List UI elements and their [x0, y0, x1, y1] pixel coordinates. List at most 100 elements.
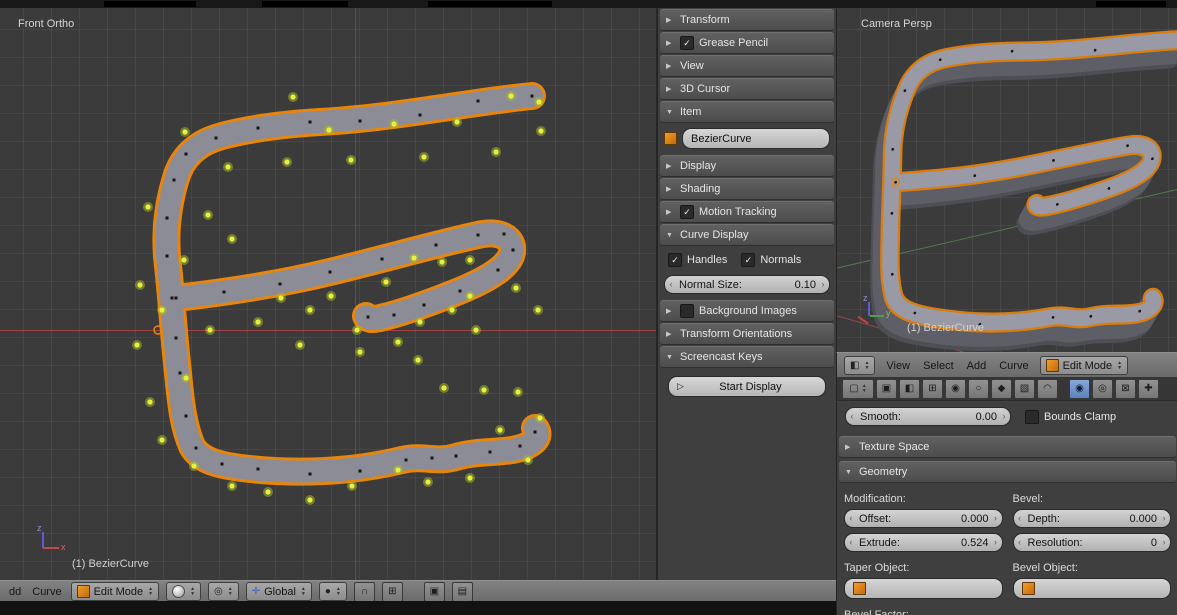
taper-object-field[interactable]: [844, 578, 1003, 599]
offset-slider[interactable]: ‹ Offset: 0.000 ›: [844, 509, 1003, 528]
panel-3d-cursor[interactable]: ▶ 3D Cursor: [660, 78, 834, 100]
increment-arrow-icon[interactable]: ›: [1001, 409, 1007, 424]
tool-button-1[interactable]: ▣: [876, 379, 897, 399]
tool-button-11[interactable]: ✚: [1138, 379, 1159, 399]
handles-checkbox[interactable]: ✓ Handles: [668, 253, 727, 267]
checkbox-icon: ✓: [680, 36, 694, 50]
editor-type-dropdown[interactable]: ◧ ▲▼: [844, 356, 875, 375]
axis-gizmo: z x: [26, 526, 66, 566]
proportional-edit-dropdown[interactable]: ▢ ▲▼: [842, 379, 874, 399]
modification-label: Modification:: [844, 493, 1003, 505]
dropdown-arrows-icon: ▲▼: [301, 587, 306, 597]
panel-geometry[interactable]: ▼ Geometry: [839, 461, 1176, 483]
x-axis-icon: [858, 316, 869, 325]
panel-item[interactable]: ▼ Item: [660, 101, 834, 123]
background-images-checkbox[interactable]: Background Images: [680, 304, 797, 318]
bevel-object-field[interactable]: [1013, 578, 1172, 599]
hatch-icon: ▧: [1020, 383, 1029, 394]
tool-button-4[interactable]: ◉: [945, 379, 966, 399]
panel-label: Motion Tracking: [699, 206, 777, 218]
snap-magnet-button[interactable]: ∩: [354, 582, 375, 602]
arc-icon: ◠: [1043, 383, 1052, 394]
bounds-clamp-checkbox[interactable]: Bounds Clamp: [1025, 410, 1116, 424]
panel-transform[interactable]: ▶ Transform: [660, 9, 834, 31]
object-info-label: (1) BezierCurve: [907, 322, 984, 334]
mode-label: Edit Mode: [94, 586, 144, 598]
render-icon: ▣: [430, 586, 439, 597]
shading-sphere-icon: [172, 585, 185, 598]
snap-element-dropdown[interactable]: ● ▲▼: [319, 582, 347, 601]
camera-persp-viewport[interactable]: Camera Persp z y (1) BezierCurve: [836, 8, 1177, 352]
panel-texture-space[interactable]: ▶ Texture Space: [839, 436, 1176, 458]
tool-button-3[interactable]: ⊞: [922, 379, 943, 399]
tool-button-9[interactable]: ◎: [1092, 379, 1113, 399]
pivot-point-dropdown[interactable]: ◎ ▲▼: [208, 582, 239, 601]
tool-button-5[interactable]: ○: [968, 379, 989, 399]
panel-label: Item: [680, 106, 701, 118]
increment-arrow-icon[interactable]: ›: [1161, 535, 1167, 550]
bevel-factor-label: Bevel Factor:: [844, 609, 1171, 615]
increment-arrow-icon[interactable]: ›: [820, 277, 826, 292]
increment-arrow-icon[interactable]: ›: [993, 535, 999, 550]
top-strip-segment: [428, 1, 552, 7]
extrude-slider[interactable]: ‹ Extrude: 0.524 ›: [844, 533, 1003, 552]
increment-arrow-icon[interactable]: ›: [1161, 511, 1167, 526]
collapse-arrow-icon: ▼: [666, 109, 675, 116]
render-opengl-button[interactable]: ▤: [452, 582, 473, 602]
menu-curve[interactable]: Curve: [30, 586, 63, 598]
panel-transform-orientations[interactable]: ▶ Transform Orientations: [660, 323, 834, 345]
grease-pencil-checkbox[interactable]: ✓ Grease Pencil: [680, 36, 768, 50]
panel-background-images[interactable]: ▶ Background Images: [660, 300, 834, 322]
depth-slider[interactable]: ‹ Depth: 0.000 ›: [1013, 509, 1172, 528]
panel-grease-pencil[interactable]: ▶ ✓ Grease Pencil: [660, 32, 834, 54]
menu-add-partial[interactable]: dd: [7, 586, 23, 598]
pivot-icon: ◎: [214, 586, 223, 597]
snap-increment-button[interactable]: ⊞: [382, 582, 403, 602]
panel-shading[interactable]: ▶ Shading: [660, 178, 834, 200]
top-strip-segment: [262, 1, 348, 7]
panel-curve-display[interactable]: ▼ Curve Display: [660, 224, 834, 246]
tool-button-7[interactable]: ▧: [1014, 379, 1035, 399]
panel-label: Shading: [680, 183, 720, 195]
object-data-cube-icon: [853, 582, 866, 595]
object-name-field[interactable]: BezierCurve: [682, 128, 830, 149]
resolution-stepper[interactable]: ‹ Resolution: 0 ›: [1013, 533, 1172, 552]
object-info-label: (1) BezierCurve: [72, 558, 149, 570]
panel-motion-tracking[interactable]: ▶ ✓ Motion Tracking: [660, 201, 834, 223]
panel-label: Display: [680, 160, 716, 172]
menu-select[interactable]: Select: [921, 360, 956, 372]
normal-size-slider[interactable]: ‹ Normal Size: 0.10 ›: [664, 275, 830, 294]
transform-orientation-dropdown[interactable]: ✛ Global ▲▼: [246, 582, 312, 601]
edit-toolbar: ▢ ▲▼ ▣ ◧ ⊞ ◉ ○ ◆ ▧ ◠ ◉ ◎ ⊠ ✚: [837, 377, 1177, 401]
start-display-button[interactable]: ▷ Start Display: [668, 376, 826, 397]
collapse-arrow-icon: ▼: [845, 469, 854, 476]
smooth-slider[interactable]: ‹ Smooth: 0.00 ›: [845, 407, 1011, 426]
properties-shelf: ▶ Transform ▶ ✓ Grease Pencil ▶ View ▶ 3…: [657, 8, 836, 580]
panel-screencast-keys[interactable]: ▼ Screencast Keys: [660, 346, 834, 368]
mode-dropdown[interactable]: Edit Mode ▲▼: [71, 582, 159, 601]
curve-display-content: ✓ Handles ✓ Normals ‹ Normal Size: 0.10 …: [658, 246, 836, 299]
panel-label: Transform: [680, 14, 730, 26]
panel-view[interactable]: ▶ View: [660, 55, 834, 77]
editor-type-icon: ◧: [850, 360, 859, 371]
front-ortho-viewport[interactable]: Front Ortho z x (1) BezierCurve: [0, 8, 656, 580]
menu-view[interactable]: View: [884, 360, 912, 372]
viewport-shading-dropdown[interactable]: ▲▼: [166, 582, 201, 601]
curve-handle-button[interactable]: ◉: [1069, 379, 1090, 399]
bevel-label: Bevel:: [1013, 493, 1172, 505]
button-label: Start Display: [684, 381, 817, 393]
tool-button-10[interactable]: ⊠: [1115, 379, 1136, 399]
menu-curve[interactable]: Curve: [997, 360, 1030, 372]
render-image-button[interactable]: ▣: [424, 582, 445, 602]
circle-icon: ◉: [951, 383, 960, 394]
bezier-curve-front-view[interactable]: [0, 8, 656, 580]
tool-button-8[interactable]: ◠: [1037, 379, 1058, 399]
normals-checkbox[interactable]: ✓ Normals: [741, 253, 801, 267]
tool-button-6[interactable]: ◆: [991, 379, 1012, 399]
motion-tracking-checkbox[interactable]: ✓ Motion Tracking: [680, 205, 777, 219]
menu-add[interactable]: Add: [965, 360, 989, 372]
mode-dropdown[interactable]: Edit Mode ▲▼: [1040, 356, 1128, 375]
increment-arrow-icon[interactable]: ›: [993, 511, 999, 526]
tool-button-2[interactable]: ◧: [899, 379, 920, 399]
panel-display[interactable]: ▶ Display: [660, 155, 834, 177]
